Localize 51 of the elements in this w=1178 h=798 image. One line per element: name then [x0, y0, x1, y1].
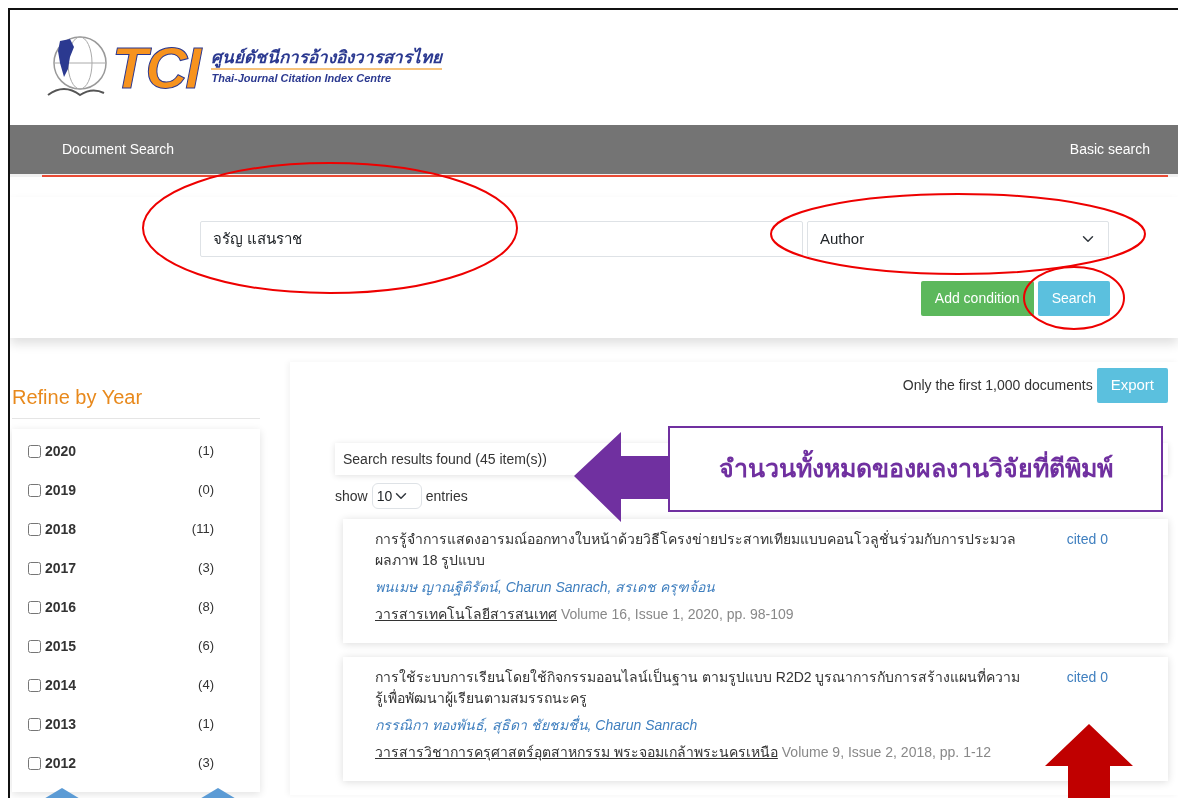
journal-link[interactable]: วารสารเทคโนโลยีสารสนเทศ [375, 606, 557, 622]
field-select[interactable]: Author [807, 221, 1109, 257]
page-size-select[interactable]: 10 [371, 483, 422, 509]
entries-label: entries [425, 486, 468, 506]
checkbox[interactable] [28, 601, 41, 614]
cited-count[interactable]: cited 0 [1066, 529, 1108, 550]
year-count: (0) [198, 481, 214, 499]
checkbox[interactable] [28, 445, 41, 458]
nav-link[interactable]: Document Search [62, 139, 175, 160]
refine-heading: Refine by Year [12, 382, 260, 419]
cited-count[interactable]: cited 0 [1066, 667, 1108, 688]
year-label: 2013 [45, 715, 77, 734]
year-label: 2019 [45, 481, 77, 500]
show-label: show [335, 486, 368, 506]
year-label: 2012 [45, 754, 77, 773]
checkbox[interactable] [28, 562, 41, 575]
limit-note: Only the first 1,000 documents [902, 376, 1093, 395]
year-count: (1) [198, 442, 214, 460]
nav-link[interactable]: Basic search [1069, 139, 1150, 160]
result-authors: พนเมษ ญาณฐิติรัตน์, Charun Sanrach, สรเดช ครุฑจ้อน [375, 578, 717, 598]
result-title[interactable]: การรู้จำการแสดงอารมณ์ออกทางใบหน้าด้วยวิธีโครงข่ายประสาทเทียมแบบคอนโวลูชั่นร่วมกับการประมวลผลภาพ 18 รูปแบบ [375, 529, 1027, 571]
logo-subtitle: Thai-Journal Citation Index Centre [211, 71, 393, 87]
checkbox[interactable] [28, 523, 41, 536]
year-count: (3) [198, 754, 214, 772]
checkbox[interactable] [28, 718, 41, 731]
year-label: 2015 [45, 637, 77, 656]
year-label: 2017 [45, 559, 77, 578]
year-count: (6) [198, 637, 214, 655]
results-count: Search results found (45 item(s)) [343, 449, 547, 469]
year-label: 2020 [45, 442, 77, 461]
year-label: 2016 [45, 598, 77, 617]
year-count: (8) [198, 598, 214, 616]
year-count: (11) [191, 520, 214, 538]
year-label: 2014 [45, 676, 77, 695]
year-label: 2018 [45, 520, 77, 539]
publication-details: Volume 16, Issue 1, 2020, pp. 98-109 [560, 606, 794, 622]
year-count: (4) [198, 676, 214, 694]
checkbox[interactable] [28, 757, 41, 770]
publication-details: Volume 9, Issue 2, 2018, pp. 1-12 [781, 744, 992, 760]
checkbox[interactable] [28, 679, 41, 692]
year-count: (1) [198, 715, 214, 733]
checkbox[interactable] [28, 640, 41, 653]
result-title[interactable]: การใช้ระบบการเรียนโดยใช้กิจกรรมออนไลน์เป็นฐาน ตามรูปแบบ R2D2 บูรณาการกับการสร้างแผนที่ความรู้เพื่อพัฒนาผู้เรียนตามสมรรถนะครู [375, 667, 1027, 709]
annotation-label: จำนวนทั้งหมดของผลงานวิจัยที่ตีพิมพ์ [718, 450, 1113, 488]
logo-title: ศูนย์ดัชนีการอ้างอิงวารสารไทย [211, 48, 443, 71]
logo-text: TCI [112, 38, 200, 97]
journal-link[interactable]: วารสารวิชาการครุศาสตร์อุตสาหกรรม พระจอมเกล้าพระนครเหนือ [375, 744, 778, 760]
search-field[interactable]: จรัญ แสนราช [200, 221, 803, 257]
checkbox[interactable] [28, 484, 41, 497]
result-authors: กรรณิกา ทองพันธ์, สุธิดา ชัยชมชื่น, Charun Sanrach [375, 715, 699, 736]
year-count: (3) [198, 559, 214, 577]
